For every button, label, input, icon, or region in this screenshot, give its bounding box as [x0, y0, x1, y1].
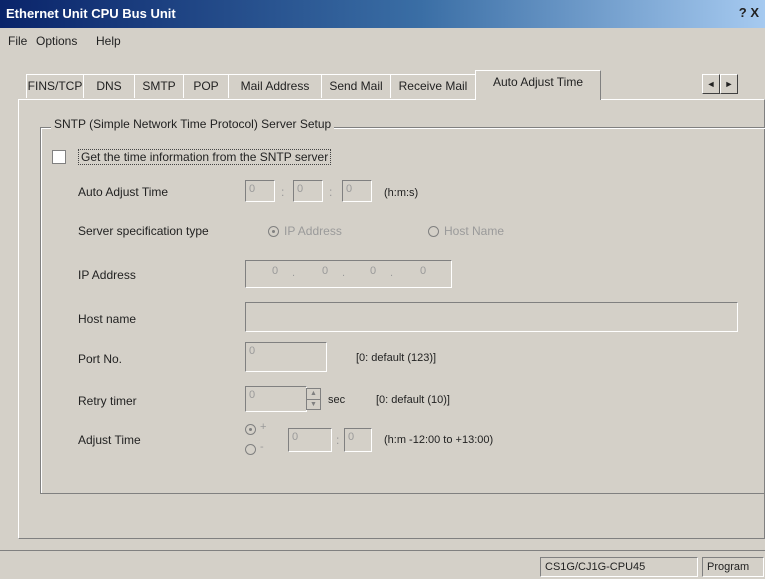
adjust-plus-label: + — [260, 421, 267, 433]
tab-mail-address[interactable]: Mail Address — [228, 74, 322, 98]
adjust-hour-input[interactable]: 0 — [288, 428, 332, 452]
help-button[interactable]: ? — [739, 5, 747, 20]
radio-adjust-plus[interactable] — [245, 424, 256, 435]
retry-label: Retry timer — [78, 394, 137, 408]
auto-adjust-hour-input[interactable]: 0 — [245, 180, 275, 202]
ip-octet-1: 0 — [272, 265, 279, 277]
menu-help[interactable]: Help — [96, 34, 121, 48]
time-separator: : — [329, 185, 333, 199]
tab-pop[interactable]: POP — [183, 74, 229, 98]
ip-address-input[interactable]: 0 . 0 . 0 . 0 — [245, 260, 452, 288]
status-model: CS1G/CJ1G-CPU45 — [540, 557, 698, 577]
retry-unit: sec — [328, 394, 346, 406]
status-bar: CS1G/CJ1G-CPU45 Program — [0, 550, 765, 579]
adjust-minute-input[interactable]: 0 — [344, 428, 372, 452]
ip-dot: . — [390, 267, 394, 279]
tab-scroll-left-icon[interactable]: ◄ — [702, 74, 720, 94]
title-bar: Ethernet Unit CPU Bus Unit ? X — [0, 0, 765, 28]
tab-smtp[interactable]: SMTP — [134, 74, 184, 98]
time-separator: : — [281, 185, 285, 199]
port-label: Port No. — [78, 352, 123, 366]
adjust-note: (h:m -12:00 to +13:00) — [384, 434, 494, 446]
tab-send-mail[interactable]: Send Mail — [321, 74, 391, 98]
ip-address-label: IP Address — [78, 268, 136, 282]
port-input[interactable]: 0 — [245, 342, 327, 372]
title-buttons[interactable]: ? X — [739, 5, 759, 20]
retry-spinner-icon[interactable]: ▲ ▼ — [306, 388, 321, 410]
menu-bar: File Options Help — [0, 28, 765, 54]
sntp-checkbox[interactable] — [52, 150, 66, 164]
radio-adjust-minus[interactable] — [245, 444, 256, 455]
ip-octet-4: 0 — [420, 265, 427, 277]
auto-adjust-minute-input[interactable]: 0 — [293, 180, 323, 202]
ip-octet-3: 0 — [370, 265, 377, 277]
tab-dns[interactable]: DNS — [83, 74, 135, 98]
radio-host-name-label: Host Name — [444, 224, 505, 238]
radio-ip-address[interactable] — [268, 226, 279, 237]
host-name-label: Host name — [78, 312, 137, 326]
radio-ip-address-label: IP Address — [284, 224, 342, 238]
auto-adjust-unit: (h:m:s) — [384, 187, 419, 199]
status-mode: Program — [702, 557, 764, 577]
auto-adjust-time-label: Auto Adjust Time — [78, 185, 169, 199]
tab-auto-adjust-time[interactable]: Auto Adjust Time — [475, 70, 601, 100]
host-name-input[interactable] — [245, 302, 738, 332]
group-title: SNTP (Simple Network Time Protocol) Serv… — [51, 117, 335, 131]
menu-options[interactable]: Options — [36, 34, 77, 48]
ip-dot: . — [342, 267, 346, 279]
tab-strip: FINS/TCP DNS SMTP POP Mail Address Send … — [26, 70, 765, 100]
port-note: [0: default (123)] — [356, 352, 437, 364]
tab-receive-mail[interactable]: Receive Mail — [390, 74, 476, 98]
retry-note: [0: default (10)] — [376, 394, 450, 406]
retry-input[interactable]: 0 — [245, 386, 307, 412]
tab-scroll-right-icon[interactable]: ► — [720, 74, 738, 94]
ip-dot: . — [292, 267, 296, 279]
window-title: Ethernet Unit CPU Bus Unit — [6, 6, 176, 21]
adjust-minus-label: - — [260, 441, 264, 453]
server-spec-label: Server specification type — [78, 224, 209, 238]
auto-adjust-second-input[interactable]: 0 — [342, 180, 372, 202]
adjust-time-label: Adjust Time — [78, 433, 141, 447]
ip-octet-2: 0 — [322, 265, 329, 277]
sntp-checkbox-label[interactable]: Get the time information from the SNTP s… — [78, 149, 332, 165]
adjust-separator: : — [336, 433, 340, 447]
close-button[interactable]: X — [750, 5, 759, 20]
tab-fins-tcp[interactable]: FINS/TCP — [26, 74, 84, 98]
menu-file[interactable]: File — [8, 34, 27, 48]
radio-host-name[interactable] — [428, 226, 439, 237]
